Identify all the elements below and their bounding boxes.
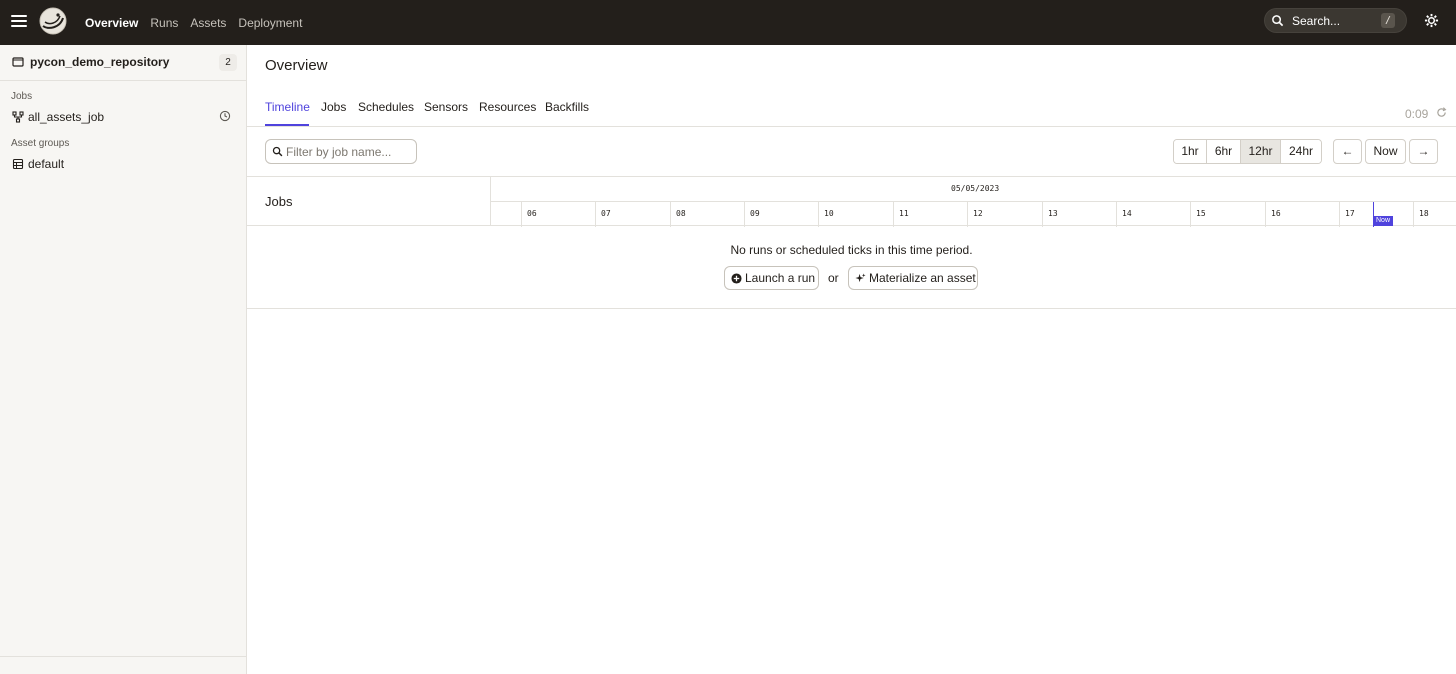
launch-run-button[interactable]: Launch a run xyxy=(724,266,819,290)
page-title: Overview xyxy=(265,57,328,74)
tab-jobs[interactable]: Jobs xyxy=(321,100,346,114)
now-button[interactable]: Now xyxy=(1365,139,1406,164)
nav-assets[interactable]: Assets xyxy=(190,16,226,30)
top-nav: Overview Runs Assets Deployment xyxy=(85,0,302,45)
folder-icon xyxy=(12,57,24,67)
sidebar-item-default-asset-group[interactable]: default xyxy=(0,153,246,175)
hour-tick: 09 xyxy=(744,202,760,227)
refresh-countdown: 0:09 xyxy=(1405,107,1429,121)
range-1hr-button[interactable]: 1hr xyxy=(1174,140,1207,163)
search-box[interactable]: Search... / xyxy=(1264,8,1407,33)
range-6hr-button[interactable]: 6hr xyxy=(1207,140,1241,163)
hour-tick: 15 xyxy=(1190,202,1206,227)
asset-group-icon xyxy=(12,158,24,170)
nav-overview[interactable]: Overview xyxy=(85,16,138,30)
next-period-button[interactable]: → xyxy=(1409,139,1438,164)
hour-tick: 16 xyxy=(1265,202,1281,227)
job-icon xyxy=(12,111,24,123)
hamburger-menu-icon[interactable] xyxy=(10,12,28,30)
hour-tick: 06 xyxy=(521,202,537,227)
refresh-icon[interactable] xyxy=(1436,107,1447,118)
schedule-clock-icon[interactable] xyxy=(219,110,231,122)
search-icon xyxy=(1272,15,1284,27)
materialize-asset-button[interactable]: Materialize an asset xyxy=(848,266,978,290)
search-placeholder: Search... xyxy=(1292,14,1341,28)
timeline-jobs-column-label: Jobs xyxy=(265,194,293,209)
asset-groups-section-label: Asset groups xyxy=(11,138,70,149)
now-marker-badge: Now xyxy=(1373,216,1394,226)
timeline-hour-ticks: 06 07 08 09 10 11 12 13 14 15 16 17 18 N… xyxy=(491,201,1456,227)
job-filter-input-wrapper[interactable] xyxy=(265,139,417,164)
time-range-selector: 1hr 6hr 12hr 24hr xyxy=(1173,139,1322,164)
launch-run-label: Launch a run xyxy=(745,271,816,285)
gear-icon[interactable] xyxy=(1424,13,1439,28)
add-circle-icon xyxy=(731,273,742,284)
tab-timeline[interactable]: Timeline xyxy=(265,100,310,114)
sidebar: pycon_demo_repository 2 Jobs all_assets_… xyxy=(0,45,247,674)
search-icon xyxy=(272,146,283,157)
or-separator: or xyxy=(828,271,839,285)
range-24hr-button[interactable]: 24hr xyxy=(1281,140,1321,163)
hour-tick: 11 xyxy=(893,202,909,227)
hour-tick: 10 xyxy=(818,202,834,227)
sidebar-item-label: all_assets_job xyxy=(28,110,105,124)
jobs-section-label: Jobs xyxy=(11,91,33,102)
hour-tick: 18 xyxy=(1413,202,1429,227)
sidebar-item-label: default xyxy=(28,157,65,171)
job-filter-input[interactable] xyxy=(286,143,414,160)
tab-backfills[interactable]: Backfills xyxy=(545,100,589,114)
sparkle-icon xyxy=(855,273,866,283)
tab-sensors[interactable]: Sensors xyxy=(424,100,468,114)
top-navigation-bar: Overview Runs Assets Deployment Search..… xyxy=(0,0,1456,45)
nav-runs[interactable]: Runs xyxy=(150,16,178,30)
timeline-header: Jobs 05/05/2023 06 07 08 09 10 11 12 13 … xyxy=(247,176,1456,227)
hour-tick: 14 xyxy=(1116,202,1132,227)
tab-resources[interactable]: Resources xyxy=(479,100,536,114)
empty-state-message: No runs or scheduled ticks in this time … xyxy=(730,243,973,257)
materialize-asset-label: Materialize an asset xyxy=(869,271,976,285)
active-tab-indicator xyxy=(265,124,309,126)
repository-name: pycon_demo_repository xyxy=(30,55,170,69)
repository-count-badge: 2 xyxy=(219,54,237,71)
sidebar-footer xyxy=(0,656,246,674)
hour-tick: 13 xyxy=(1042,202,1058,227)
previous-period-button[interactable]: ← xyxy=(1333,139,1362,164)
hour-tick: 17 xyxy=(1339,202,1355,227)
sidebar-item-all-assets-job[interactable]: all_assets_job xyxy=(0,106,246,128)
tab-schedules[interactable]: Schedules xyxy=(358,100,414,114)
timeline-empty-state: No runs or scheduled ticks in this time … xyxy=(247,226,1456,309)
hour-tick: 07 xyxy=(595,202,611,227)
dagster-logo-icon[interactable] xyxy=(38,6,68,36)
hour-tick: 08 xyxy=(670,202,686,227)
hour-tick: 12 xyxy=(967,202,983,227)
range-12hr-button[interactable]: 12hr xyxy=(1241,140,1281,163)
timeline-date: 05/05/2023 xyxy=(951,184,1000,193)
nav-deployment[interactable]: Deployment xyxy=(238,16,302,30)
overview-tabs: Timeline Jobs Schedules Sensors Resource… xyxy=(247,88,1456,127)
search-shortcut-key: / xyxy=(1381,13,1395,28)
repository-row[interactable]: pycon_demo_repository 2 xyxy=(0,45,246,81)
timeline-axis: 05/05/2023 06 07 08 09 10 11 12 13 14 15… xyxy=(490,177,1456,227)
